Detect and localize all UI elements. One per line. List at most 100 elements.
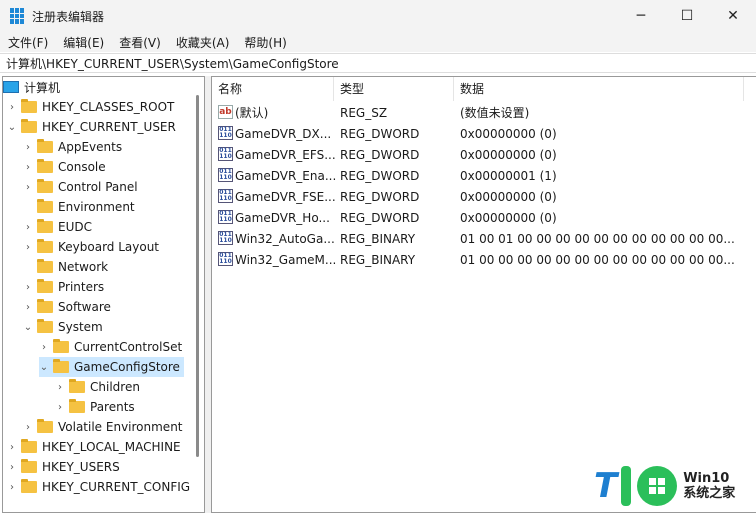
folder-icon (37, 159, 53, 173)
chevron-right-icon[interactable]: › (23, 142, 33, 153)
chevron-right-icon[interactable]: › (7, 462, 17, 473)
tree-node[interactable]: › CurrentControlSet (39, 337, 182, 357)
menu-edit[interactable]: 编辑(E) (55, 34, 111, 51)
folder-icon (37, 279, 53, 293)
tree-node-label: Parents (90, 400, 135, 414)
value-type: REG_SZ (340, 105, 388, 120)
value-row[interactable]: 011 110 Win32_AutoGa... REG_BINARY 01 00 01 … (212, 228, 756, 249)
value-row[interactable]: 011 110 GameDVR_DX... REG_DWORD 0x00000000 (… (212, 123, 756, 144)
tree-node[interactable]: › HKEY_CURRENT_CONFIG (7, 477, 190, 497)
tree-node-label: System (58, 320, 103, 334)
value-type: REG_DWORD (340, 168, 420, 183)
chevron-right-icon[interactable]: › (55, 382, 65, 393)
value-row[interactable]: 011 110 GameDVR_EFS... REG_DWORD 0x00000000 … (212, 144, 756, 165)
value-name: GameDVR_DX... (235, 126, 332, 141)
tree-node[interactable]: › Volatile Environment (23, 417, 183, 437)
tree-node-label: Environment (58, 200, 135, 214)
value-type: REG_DWORD (340, 189, 420, 204)
column-header-data[interactable]: 数据 (454, 77, 744, 101)
tree-node-label: AppEvents (58, 140, 123, 154)
tree-node-label: Keyboard Layout (58, 240, 160, 254)
watermark-t-glyph: T (594, 466, 618, 506)
chevron-down-icon[interactable]: ⌄ (39, 362, 49, 373)
column-header-name[interactable]: 名称 (212, 77, 334, 101)
chevron-down-icon[interactable]: ⌄ (7, 122, 17, 133)
tree-node[interactable]: › AppEvents (23, 137, 122, 157)
value-data: 0x00000000 (0) (460, 189, 557, 204)
tree-node[interactable]: › Children (55, 377, 140, 397)
chevron-right-icon[interactable]: › (39, 342, 49, 353)
value-name: GameDVR_Ena... (235, 168, 337, 183)
menu-view[interactable]: 查看(V) (111, 34, 168, 51)
tree-node-label: HKEY_CLASSES_ROOT (42, 100, 175, 114)
menu-help[interactable]: 帮助(H) (236, 34, 293, 51)
tree-node[interactable]: ⌄ GameConfigStore (39, 357, 184, 377)
value-name: Win32_GameM... (235, 252, 337, 267)
tree-node[interactable]: Network (23, 257, 108, 277)
tree-node[interactable]: › Control Panel (23, 177, 138, 197)
tree-node[interactable]: › Console (23, 157, 106, 177)
chevron-right-icon[interactable]: › (23, 282, 33, 293)
tree-node-label: Network (58, 260, 109, 274)
tree-node[interactable]: › HKEY_CLASSES_ROOT (7, 97, 174, 117)
value-name: GameDVR_FSE... (235, 189, 336, 204)
chevron-right-icon[interactable]: › (23, 242, 33, 253)
chevron-right-icon[interactable]: › (23, 422, 33, 433)
tree-node[interactable]: ⌄ System (23, 317, 103, 337)
chevron-right-icon[interactable]: › (23, 302, 33, 313)
value-name: GameDVR_EFS... (235, 147, 336, 162)
tree-node[interactable]: › Keyboard Layout (23, 237, 159, 257)
chevron-right-icon[interactable]: › (23, 222, 33, 233)
value-row[interactable]: 011 110 Win32_GameM... REG_BINARY 01 00 00 0… (212, 249, 756, 270)
folder-icon (69, 399, 85, 413)
values-list: 名称 类型 数据 ab (默认) REG_SZ (数值未设置) 011 110 GameDV… (211, 76, 756, 513)
value-row[interactable]: 011 110 GameDVR_Ho... REG_DWORD 0x00000000 (… (212, 207, 756, 228)
folder-icon (21, 119, 37, 133)
value-row[interactable]: 011 110 GameDVR_FSE... REG_DWORD 0x00000000 … (212, 186, 756, 207)
chevron-right-icon[interactable]: › (7, 442, 17, 453)
folder-icon (37, 239, 53, 253)
tree-node[interactable]: 计算机 (3, 77, 60, 97)
address-bar[interactable]: 计算机\HKEY_CURRENT_USER\System\GameConfigS… (0, 53, 756, 73)
chevron-right-icon[interactable]: › (7, 102, 17, 113)
menu-favorites[interactable]: 收藏夹(A) (168, 34, 237, 51)
value-row[interactable]: ab (默认) REG_SZ (数值未设置) (212, 102, 756, 123)
chevron-right-icon[interactable]: › (23, 162, 33, 173)
folder-icon (37, 319, 53, 333)
binary-value-icon: 011 110 (218, 147, 233, 161)
tree-node[interactable]: › HKEY_LOCAL_MACHINE (7, 437, 181, 457)
value-row[interactable]: 011 110 GameDVR_Ena... REG_DWORD 0x00000001 … (212, 165, 756, 186)
chevron-right-icon[interactable]: › (23, 182, 33, 193)
tree-node[interactable]: Environment (23, 197, 135, 217)
minimize-button[interactable]: ─ (618, 0, 664, 32)
chevron-right-icon[interactable]: › (55, 402, 65, 413)
close-button[interactable]: ✕ (710, 0, 756, 32)
column-header-row: 名称 类型 数据 (212, 77, 756, 101)
value-type: REG_BINARY (340, 231, 416, 246)
binary-value-icon: 011 110 (218, 252, 233, 266)
value-data: 01 00 01 00 00 00 00 00 00 00 00 00 00 0… (460, 231, 735, 246)
tree-scrollbar[interactable] (196, 95, 199, 457)
menu-file[interactable]: 文件(F) (0, 34, 55, 51)
regedit-app-icon (10, 8, 26, 24)
value-name: (默认) (235, 106, 269, 120)
tree-node[interactable]: › Printers (23, 277, 104, 297)
binary-value-icon: 011 110 (218, 126, 233, 140)
tree-node-label: HKEY_USERS (42, 460, 120, 474)
folder-icon (69, 379, 85, 393)
menu-bar: 文件(F) 编辑(E) 查看(V) 收藏夹(A) 帮助(H) (0, 32, 756, 52)
chevron-down-icon[interactable]: ⌄ (23, 322, 33, 333)
tree-node-label: Volatile Environment (58, 420, 183, 434)
maximize-button[interactable]: ☐ (664, 0, 710, 32)
tree-node[interactable]: › Parents (55, 397, 135, 417)
tree-node-label: GameConfigStore (74, 360, 180, 374)
tree-node[interactable]: › HKEY_USERS (7, 457, 120, 477)
string-value-icon: ab (218, 105, 233, 119)
value-type: REG_DWORD (340, 147, 420, 162)
tree-node[interactable]: › Software (23, 297, 111, 317)
column-header-type[interactable]: 类型 (334, 77, 454, 101)
tree-node-label: Software (58, 300, 111, 314)
chevron-right-icon[interactable]: › (7, 482, 17, 493)
tree-node[interactable]: ⌄ HKEY_CURRENT_USER (7, 117, 176, 137)
tree-node[interactable]: › EUDC (23, 217, 92, 237)
